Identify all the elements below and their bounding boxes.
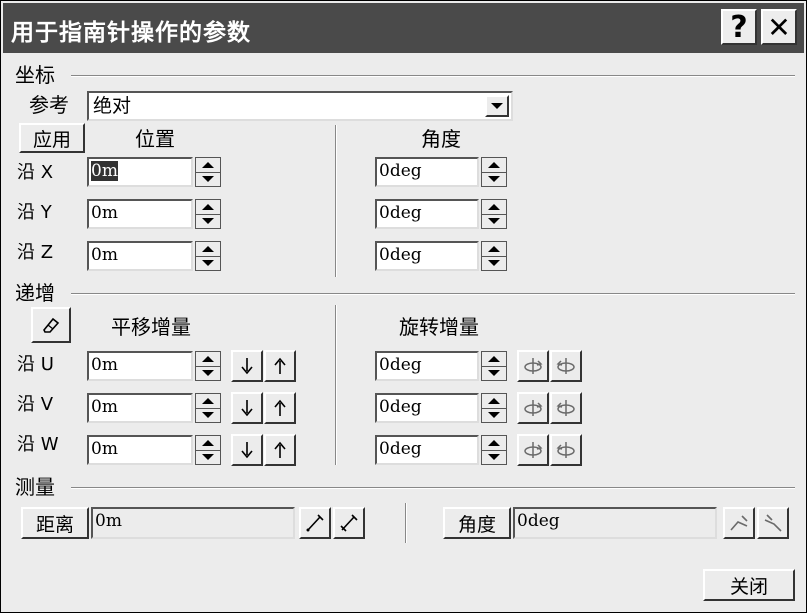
position-z-spinner[interactable] [195,241,221,271]
rotate-back-icon [556,358,575,374]
translate-u-positive-button[interactable] [264,350,296,382]
translation-u-input[interactable]: 0m [87,351,193,381]
divider [71,75,795,77]
rotate-forward-icon [524,358,543,374]
help-button[interactable]: ? [721,9,757,45]
position-header: 位置 [135,127,175,151]
rotation-increment-header: 旋转增量 [399,315,479,339]
coords-section-label: 坐标 [15,63,55,87]
measure-distance-icon [340,514,358,532]
translation-v-input[interactable]: 0m [87,393,193,423]
translate-v-positive-button[interactable] [264,392,296,424]
arrow-down-icon [241,400,253,417]
rotation-u-input[interactable]: 0deg [375,351,479,381]
rotate-forward-icon [524,400,543,416]
measure-distance-button-a[interactable] [299,507,331,539]
position-y-input[interactable]: 0m [87,199,193,229]
rotate-back-icon [556,442,575,458]
angle-x-spinner[interactable] [481,157,507,187]
title-bar: 用于指南针操作的参数 ? ✕ [3,3,804,53]
rotate-w-forward-button[interactable] [517,434,549,466]
arrow-up-icon [274,441,286,458]
translation-v-spinner[interactable] [195,393,221,423]
angle-z-input[interactable]: 0deg [375,241,479,271]
rotation-w-spinner[interactable] [481,435,507,465]
close-window-button[interactable]: ✕ [761,9,797,45]
measure-distance-icon [306,514,324,532]
row-label-w: 沿 W [17,434,59,455]
measure-distance-button-b[interactable] [333,507,365,539]
divider [71,293,795,295]
arrow-up-icon [274,399,286,416]
translation-increment-header: 平移增量 [111,315,191,339]
apply-button[interactable]: 应用 [19,123,85,153]
rotation-v-spinner[interactable] [481,393,507,423]
measure-angle-button-a[interactable] [723,507,755,539]
translation-w-input[interactable]: 0m [87,435,193,465]
reset-increment-button[interactable] [31,307,71,343]
position-x-input[interactable]: 0m [87,157,193,187]
reference-label: 参考 [29,93,69,117]
column-divider [335,305,337,465]
translate-w-positive-button[interactable] [264,434,296,466]
measure-angle-icon [764,514,782,532]
divider [71,487,795,489]
increment-section-label: 递增 [15,281,55,305]
translation-w-spinner[interactable] [195,435,221,465]
angle-header: 角度 [421,127,461,151]
translation-u-spinner[interactable] [195,351,221,381]
arrow-down-icon [241,358,253,375]
row-label-z: 沿 Z [17,242,54,263]
position-z-input[interactable]: 0m [87,241,193,271]
arrow-up-icon [274,357,286,374]
angle-x-input[interactable]: 0deg [375,157,479,187]
angle-z-spinner[interactable] [481,241,507,271]
rotation-v-input[interactable]: 0deg [375,393,479,423]
position-x-value: 0m [91,161,118,181]
reference-select[interactable]: 绝对 [87,91,513,121]
rotate-v-forward-button[interactable] [517,392,549,424]
rotate-back-icon [556,400,575,416]
distance-button[interactable]: 距离 [21,507,89,539]
column-divider [405,503,407,543]
rotation-w-input[interactable]: 0deg [375,435,479,465]
row-label-y: 沿 Y [17,202,52,223]
position-y-spinner[interactable] [195,199,221,229]
angle-y-input[interactable]: 0deg [375,199,479,229]
reference-value: 绝对 [93,95,132,117]
distance-value-field: 0m [91,507,295,539]
column-divider [335,125,337,277]
measure-angle-icon [730,515,748,531]
row-label-v: 沿 V [17,394,54,415]
angle-y-spinner[interactable] [481,199,507,229]
arrow-down-icon [241,442,253,459]
rotate-u-forward-button[interactable] [517,350,549,382]
rotation-u-spinner[interactable] [481,351,507,381]
chevron-down-icon[interactable] [485,95,509,117]
measure-angle-button-b[interactable] [757,507,789,539]
position-x-spinner[interactable] [195,157,221,187]
row-label-x: 沿 X [17,162,54,183]
rotate-u-back-button[interactable] [550,350,582,382]
translate-w-negative-button[interactable] [231,434,263,466]
eraser-icon [43,317,60,333]
close-button[interactable]: 关闭 [703,569,795,601]
angle-value-field: 0deg [513,507,717,539]
rotate-v-back-button[interactable] [550,392,582,424]
rotate-w-back-button[interactable] [550,434,582,466]
dialog-title: 用于指南针操作的参数 [11,20,251,46]
translate-u-negative-button[interactable] [231,350,263,382]
angle-measure-button[interactable]: 角度 [443,507,511,539]
row-label-u: 沿 U [17,354,54,375]
measure-section-label: 测量 [15,475,55,499]
rotate-forward-icon [524,442,543,458]
compass-parameters-dialog: 用于指南针操作的参数 ? ✕ 坐标 参考 绝对 应用 位置 角度 沿 X 0m … [0,0,807,613]
translate-v-negative-button[interactable] [231,392,263,424]
